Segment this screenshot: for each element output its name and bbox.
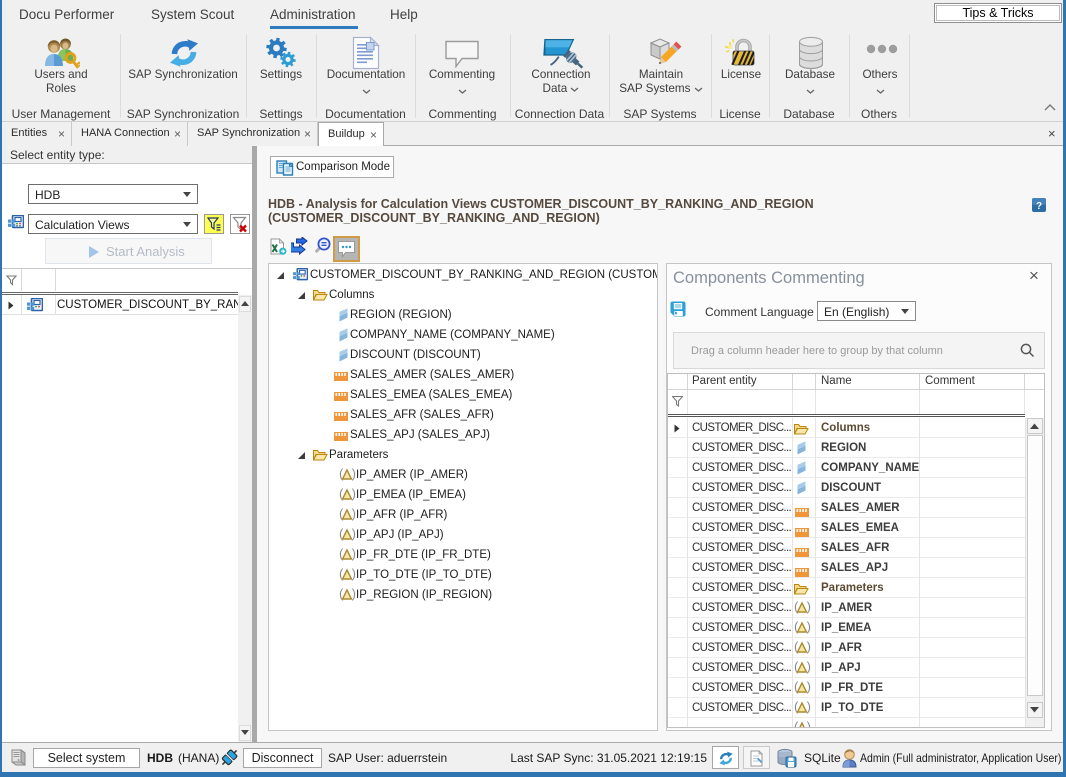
svg-text:?: ?: [1036, 201, 1042, 212]
